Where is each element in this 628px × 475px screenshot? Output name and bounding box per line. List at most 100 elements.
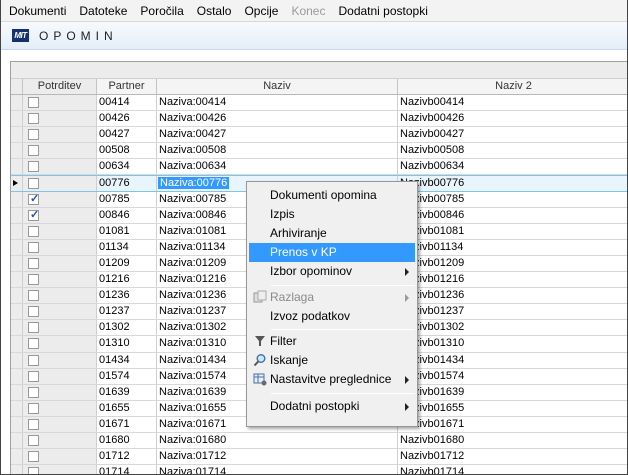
confirm-checkbox[interactable]: [28, 386, 39, 398]
partner-cell[interactable]: 01237: [97, 304, 157, 320]
ctx-prenos-v-kp[interactable]: Prenos v KP: [249, 243, 415, 262]
naziv-2-cell[interactable]: Nazivb01712: [398, 449, 627, 464]
partner-cell[interactable]: 01655: [97, 400, 157, 416]
partner-cell[interactable]: 01310: [97, 336, 157, 352]
partner-cell[interactable]: 01134: [97, 239, 157, 255]
naziv-2-cell[interactable]: Nazivb00426: [398, 111, 627, 126]
ctx-izpis[interactable]: Izpis: [249, 205, 415, 224]
menu-ostalo[interactable]: Ostalo: [197, 0, 232, 22]
confirm-checkbox[interactable]: [28, 290, 39, 302]
confirm-checkbox[interactable]: [28, 257, 39, 269]
ctx-dokumenti-opomina[interactable]: Dokumenti opomina: [249, 186, 415, 205]
confirm-checkbox[interactable]: [28, 322, 39, 334]
naziv-cell[interactable]: Naziva:00634: [157, 159, 398, 175]
row-indicator[interactable]: [11, 255, 23, 272]
menu-dodatni-postopki[interactable]: Dodatni postopki: [338, 0, 427, 22]
row-indicator[interactable]: [11, 400, 23, 416]
table-row[interactable]: 00427 Naziva:00427 Nazivb00427: [11, 127, 627, 144]
confirm-checkbox[interactable]: [28, 274, 39, 286]
partner-cell[interactable]: 01302: [97, 320, 157, 336]
confirm-checkbox[interactable]: [28, 161, 39, 173]
row-indicator[interactable]: [11, 176, 23, 191]
partner-cell[interactable]: 00508: [97, 143, 157, 159]
naziv-cell[interactable]: Naziva:01712: [157, 449, 398, 465]
row-indicator[interactable]: [11, 288, 23, 304]
row-indicator[interactable]: [11, 336, 23, 352]
partner-cell[interactable]: 01714: [97, 465, 157, 474]
partner-cell[interactable]: 01216: [97, 272, 157, 288]
menu-opcije[interactable]: Opcije: [244, 0, 278, 22]
naziv-2-cell[interactable]: Nazivb00414: [398, 95, 627, 110]
partner-cell[interactable]: 01680: [97, 432, 157, 449]
column-header-potrditev[interactable]: Potrditev: [23, 79, 97, 94]
naziv-2-cell[interactable]: Nazivb01671: [398, 417, 627, 432]
naziv-2-cell[interactable]: Nazivb01302: [398, 320, 627, 335]
naziv-2-cell[interactable]: Nazivb01680: [398, 433, 627, 448]
ctx-filter[interactable]: Filter: [249, 332, 415, 351]
confirm-checkbox[interactable]: [28, 451, 39, 463]
partner-cell[interactable]: 01574: [97, 368, 157, 384]
naziv-cell[interactable]: Naziva:00426: [157, 111, 398, 127]
table-row[interactable]: 00634 Naziva:00634 Nazivb00634: [11, 159, 627, 176]
ctx-nastavitve-preglednice[interactable]: Nastavitve preglednice: [249, 370, 415, 389]
row-indicator[interactable]: [11, 191, 23, 207]
naziv-2-cell[interactable]: Nazivb01134: [398, 240, 627, 255]
table-row[interactable]: 01712 Naziva:01712 Nazivb01712: [11, 449, 627, 466]
row-indicator[interactable]: [11, 127, 23, 143]
partner-cell[interactable]: 01236: [97, 288, 157, 304]
naziv-cell[interactable]: Naziva:00508: [157, 143, 398, 159]
confirm-checkbox[interactable]: [28, 467, 39, 474]
confirm-checkbox[interactable]: [28, 208, 39, 223]
naziv-2-cell[interactable]: Nazivb00846: [398, 208, 627, 223]
row-indicator[interactable]: [11, 272, 23, 288]
partner-cell[interactable]: 00634: [97, 159, 157, 175]
ctx-iskanje[interactable]: Iskanje: [249, 351, 415, 370]
naziv-cell[interactable]: Naziva:00427: [157, 127, 398, 143]
naziv-2-cell[interactable]: Nazivb00508: [398, 143, 627, 158]
row-indicator[interactable]: [11, 239, 23, 255]
confirm-checkbox[interactable]: [28, 97, 39, 108]
confirm-checkbox[interactable]: [28, 113, 39, 125]
partner-cell[interactable]: 01434: [97, 352, 157, 368]
table-row[interactable]: 00426 Naziva:00426 Nazivb00426: [11, 111, 627, 128]
confirm-checkbox[interactable]: [28, 145, 39, 157]
row-indicator[interactable]: [11, 223, 23, 239]
partner-cell[interactable]: 01081: [97, 223, 157, 239]
partner-cell[interactable]: 01209: [97, 255, 157, 272]
confirm-checkbox[interactable]: [28, 434, 39, 446]
row-indicator[interactable]: [11, 159, 23, 175]
partner-cell[interactable]: 00426: [97, 111, 157, 127]
confirm-checkbox[interactable]: [28, 225, 39, 237]
table-row[interactable]: 01714 Naziva:01714 Nazivb01714: [11, 465, 627, 474]
row-indicator[interactable]: [11, 368, 23, 384]
naziv-cell[interactable]: Naziva:00414: [157, 95, 398, 111]
row-indicator[interactable]: [11, 143, 23, 159]
naziv-2-cell[interactable]: Nazivb01639: [398, 385, 627, 400]
naziv-2-cell[interactable]: Nazivb01434: [398, 353, 627, 368]
naziv-2-cell[interactable]: Nazivb00427: [398, 127, 627, 142]
row-indicator[interactable]: [11, 320, 23, 336]
naziv-2-cell[interactable]: Nazivb00785: [398, 192, 627, 207]
ctx-arhiviranje[interactable]: Arhiviranje: [249, 224, 415, 243]
naziv-2-cell[interactable]: Nazivb01310: [398, 336, 627, 351]
naziv-2-cell[interactable]: Nazivb01236: [398, 288, 627, 303]
confirm-checkbox[interactable]: [28, 338, 39, 350]
partner-cell[interactable]: 01712: [97, 449, 157, 465]
confirm-checkbox[interactable]: [28, 354, 39, 366]
partner-cell[interactable]: 00776: [97, 176, 157, 191]
naziv-2-cell[interactable]: Nazivb01655: [398, 401, 627, 416]
naziv-2-cell[interactable]: Nazivb01714: [398, 465, 627, 474]
confirm-checkbox[interactable]: [28, 402, 39, 414]
column-header-naziv[interactable]: Naziv: [157, 79, 398, 94]
row-indicator[interactable]: [11, 432, 23, 449]
partner-cell[interactable]: 00427: [97, 127, 157, 143]
row-indicator[interactable]: [11, 384, 23, 400]
partner-cell[interactable]: 01639: [97, 384, 157, 400]
partner-cell[interactable]: 01671: [97, 416, 157, 432]
confirm-checkbox[interactable]: [28, 306, 39, 318]
menu-datoteke[interactable]: Datoteke: [79, 0, 127, 22]
table-row[interactable]: 01680 Naziva:01680 Nazivb01680: [11, 432, 627, 450]
naziv-2-cell[interactable]: Nazivb01081: [398, 224, 627, 239]
partner-cell[interactable]: 00785: [97, 191, 157, 207]
naziv-2-cell[interactable]: Nazivb01574: [398, 369, 627, 384]
